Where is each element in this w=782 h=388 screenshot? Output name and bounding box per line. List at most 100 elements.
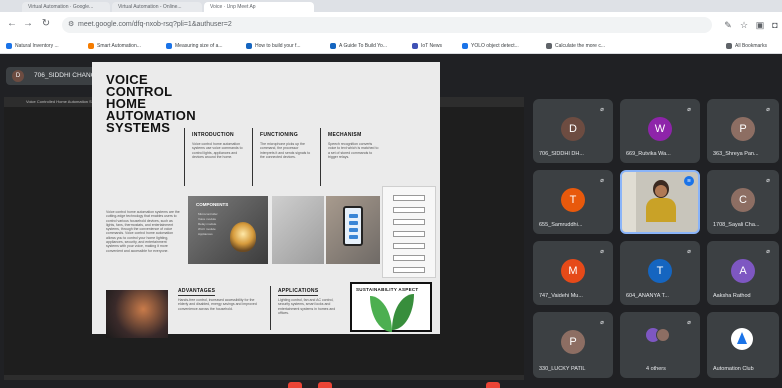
- mic-muted-icon: ⌀: [600, 178, 604, 184]
- participant-name: Aaksha Rathod: [713, 293, 751, 299]
- leaf-icon: [392, 294, 414, 330]
- address-bar[interactable]: ⚙ meet.google.com/dfq-nxob-rsq?pli=1&aut…: [62, 17, 712, 33]
- avatar: [656, 328, 670, 342]
- participant-name: 747_Vaidehi Mu...: [539, 293, 583, 299]
- shared-poster: VOICE CONTROL HOME AUTOMATION SYSTEMS Vo…: [92, 62, 440, 338]
- flowchart-image: [382, 186, 436, 278]
- poster-sustainability-heading: SUSTAINABILITY ASPECT: [356, 287, 419, 292]
- reload-icon[interactable]: ↻: [40, 18, 52, 30]
- mic-muted-icon: ⌀: [600, 249, 604, 255]
- mic-muted-icon: ⌀: [600, 320, 604, 326]
- site-info-icon[interactable]: ⚙: [68, 17, 74, 33]
- avatar: C: [731, 188, 755, 212]
- poster-intro-text: Voice control home automation systems us…: [192, 142, 243, 159]
- poster-applications-text: Lighting control, fan and AC control, se…: [278, 298, 336, 315]
- control-button[interactable]: [318, 382, 332, 388]
- avatar: A: [731, 259, 755, 283]
- browser-tab[interactable]: Virtual Automation · Google...: [22, 2, 110, 12]
- participant-tile[interactable]: ⌀ A Aaksha Rathod: [707, 241, 779, 305]
- poster-mechanism-text: Speech recognition converts voice to tex…: [328, 142, 379, 159]
- mic-muted-icon: ⌀: [687, 249, 691, 255]
- back-icon[interactable]: ←: [6, 18, 18, 30]
- profile-icon[interactable]: ◘: [769, 19, 781, 31]
- club-logo: [731, 328, 753, 350]
- participant-tile[interactable]: ⌀ C 1708_Sayali Cha...: [707, 170, 779, 234]
- component-item: Appliances: [198, 232, 213, 236]
- participant-tile[interactable]: ⌀ P 363_Shreya Pan...: [707, 99, 779, 163]
- mic-muted-icon: ⌀: [766, 178, 770, 184]
- browser-tab-strip: Virtual Automation · Google... Virtual A…: [0, 0, 782, 12]
- participant-tile[interactable]: ⌀ D 706_SIDDHI DH...: [533, 99, 613, 163]
- bookmark-item[interactable]: IoT News: [412, 41, 442, 51]
- others-tile[interactable]: ⌀ 4 others: [620, 312, 700, 378]
- presenter-avatar: D: [12, 70, 24, 82]
- speaking-indicator-icon: ≋: [684, 176, 694, 186]
- poster-divider: [320, 128, 321, 186]
- extensions-icon[interactable]: ✎: [722, 19, 734, 31]
- poster-divider: [270, 286, 271, 330]
- poster-divider: [252, 128, 253, 186]
- poster-applications-heading: APPLICATIONS: [278, 288, 319, 296]
- poster-components-panel: COMPONENTS Microcontroller Voice module …: [188, 196, 268, 264]
- smart-room-image: [272, 196, 324, 264]
- poster-title: VOICE CONTROL HOME AUTOMATION SYSTEMS: [106, 72, 196, 135]
- mic-muted-icon: ⌀: [600, 107, 604, 113]
- mic-muted-icon: ⌀: [766, 107, 770, 113]
- bookmark-item[interactable]: Measuring size of a...: [166, 41, 223, 51]
- participant-name: 655_Samruddhi...: [539, 222, 583, 228]
- bookmark-item[interactable]: Smart Automation...: [88, 41, 141, 51]
- poster-intro-heading: INTRODUCTION: [192, 132, 234, 138]
- avatar: T: [561, 188, 585, 212]
- leave-call-button[interactable]: [486, 382, 500, 388]
- poster-sustainability-panel: SUSTAINABILITY ASPECT: [350, 282, 432, 332]
- avatar: D: [561, 117, 585, 141]
- bookmark-item[interactable]: A Guide To Build Yo...: [330, 41, 387, 51]
- participant-tile[interactable]: ⌀ M 747_Vaidehi Mu...: [533, 241, 613, 305]
- participant-video: [646, 180, 676, 222]
- mic-muted-icon: ⌀: [687, 107, 691, 113]
- all-bookmarks[interactable]: All Bookmarks: [726, 41, 767, 51]
- poster-components-list: Microcontroller Voice module Relay modul…: [198, 212, 232, 237]
- participant-name: Automation Club: [713, 366, 754, 372]
- poster-functioning-heading: FUNCTIONING: [260, 132, 299, 138]
- phone-icon: [343, 206, 363, 246]
- poster-advantages-text: Hands-free control, increased accessibil…: [178, 298, 257, 311]
- bookmark-item[interactable]: Calculate the more c...: [546, 41, 605, 51]
- avatar: P: [561, 330, 585, 354]
- mic-muted-icon: ⌀: [687, 320, 691, 326]
- tab-layout-icon[interactable]: ▣: [754, 19, 766, 31]
- participant-name: 1708_Sayali Cha...: [713, 222, 760, 228]
- poster-advantages-heading: ADVANTAGES: [178, 288, 216, 296]
- participant-tile[interactable]: ⌀ T 604_ANANYA T...: [620, 241, 700, 305]
- participant-name: 706_SIDDHI DH...: [539, 151, 584, 157]
- background-shelf: [622, 172, 636, 232]
- browser-tab[interactable]: Virtual Automation - Online...: [112, 2, 202, 12]
- browser-tab-active[interactable]: Voice · Unp Meet Ap: [204, 2, 314, 12]
- bookmark-item[interactable]: How to build your f...: [246, 41, 301, 51]
- avatar: M: [561, 259, 585, 283]
- participant-tile[interactable]: ⌀ T 655_Samruddhi...: [533, 170, 613, 234]
- forward-icon[interactable]: →: [22, 18, 34, 30]
- participant-tile[interactable]: Automation Club: [707, 312, 779, 378]
- poster-components-heading: COMPONENTS: [196, 202, 229, 207]
- poster-divider: [184, 128, 185, 186]
- smartphone-image: [326, 196, 380, 264]
- avatar: P: [731, 117, 755, 141]
- avatar: W: [648, 117, 672, 141]
- meet-control-bar: [0, 380, 782, 388]
- bookmark-item[interactable]: Natural Inventory ...: [6, 41, 59, 51]
- browser-toolbar: ← → ↻ ⚙ meet.google.com/dfq-nxob-rsq?pli…: [0, 12, 782, 38]
- participant-tile[interactable]: ⌀ W 669_Rutvika Wa...: [620, 99, 700, 163]
- participant-video-tile[interactable]: ≋: [620, 170, 700, 234]
- control-button[interactable]: [288, 382, 302, 388]
- participant-name: 363_Shreya Pan...: [713, 151, 759, 157]
- lightbulb-image: [230, 222, 256, 252]
- bookmarks-bar: Natural Inventory ... Smart Automation..…: [0, 38, 782, 54]
- mic-muted-icon: ⌀: [766, 249, 770, 255]
- bookmark-item[interactable]: YOLO object detect...: [462, 41, 519, 51]
- smart-speaker-image: [106, 290, 168, 338]
- bookmark-star-icon[interactable]: ☆: [738, 19, 750, 31]
- participant-tile[interactable]: ⌀ P 330_LUCKY PATIL: [533, 312, 613, 378]
- leaf-icon: [370, 296, 392, 332]
- avatar: T: [648, 259, 672, 283]
